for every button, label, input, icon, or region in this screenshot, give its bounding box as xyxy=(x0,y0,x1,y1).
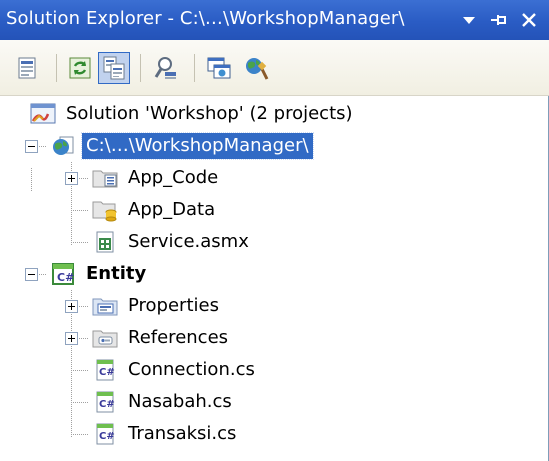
tree-node-app-code[interactable]: App_Code xyxy=(92,162,222,194)
tree-node-label: Properties xyxy=(128,295,219,316)
solution-explorer-panel: Solution Explorer - C:\…\WorkshopManager… xyxy=(0,0,549,461)
tree-node-label: References xyxy=(128,327,229,348)
tree-node-label: App_Code xyxy=(128,167,219,188)
svg-text:C#: C# xyxy=(99,399,115,410)
asp-net-configuration-icon[interactable] xyxy=(240,52,272,84)
close-icon[interactable] xyxy=(518,8,540,32)
expand-toggle[interactable] xyxy=(65,172,78,185)
tree-node-label: Connection.cs xyxy=(128,359,255,380)
collapse-toggle[interactable] xyxy=(25,140,38,153)
tree-node-properties[interactable]: Properties xyxy=(92,290,223,322)
toolbar xyxy=(0,40,549,96)
tree-connector xyxy=(71,210,89,211)
tree-node-label: Transaksi.cs xyxy=(128,423,237,444)
tree-connector xyxy=(31,168,32,192)
svg-text:C#: C# xyxy=(99,431,115,442)
properties-folder-icon xyxy=(92,293,118,319)
tree-node-references[interactable]: References xyxy=(92,322,232,354)
tree-node-solution[interactable]: Solution 'Workshop' (2 projects) xyxy=(30,98,357,130)
csharp-file-icon: C# xyxy=(92,357,118,383)
tree-connector xyxy=(71,402,89,403)
tree-connector xyxy=(71,434,89,435)
csharp-file-icon: C# xyxy=(92,389,118,415)
references-folder-icon xyxy=(92,325,118,351)
tree-node-entity-project[interactable]: C# Entity xyxy=(50,258,150,290)
toolbar-separator xyxy=(56,54,57,82)
tree-node-service-asmx[interactable]: Service.asmx xyxy=(92,226,253,258)
tree-node-website-project[interactable]: C:\…\WorkshopManager\ xyxy=(50,130,314,162)
refresh-icon[interactable] xyxy=(64,52,96,84)
dropdown-icon[interactable] xyxy=(458,8,480,32)
tree-connector xyxy=(71,242,89,243)
tree-node-label: Entity xyxy=(86,263,147,284)
tree-connector xyxy=(71,370,89,371)
data-folder-icon xyxy=(92,197,118,223)
csharp-project-icon: C# xyxy=(50,261,76,287)
tree-node-app-data[interactable]: App_Data xyxy=(92,194,219,226)
special-folder-icon xyxy=(92,165,118,191)
tree-node-label: Nasabah.cs xyxy=(128,391,232,412)
expand-toggle[interactable] xyxy=(65,332,78,345)
svg-text:C#: C# xyxy=(99,367,115,378)
properties-icon[interactable] xyxy=(12,52,44,84)
collapse-toggle[interactable] xyxy=(25,268,38,281)
tree-node-label: Solution 'Workshop' (2 projects) xyxy=(66,103,353,124)
toolbar-separator xyxy=(140,54,141,82)
show-all-files-icon[interactable] xyxy=(98,52,130,84)
web-service-icon xyxy=(92,229,118,255)
title-bar[interactable]: Solution Explorer - C:\…\WorkshopManager… xyxy=(0,0,549,40)
view-class-diagram-icon[interactable] xyxy=(150,52,182,84)
tree-node-transaksi-cs[interactable]: C# Transaksi.cs xyxy=(92,418,240,450)
expand-toggle[interactable] xyxy=(65,300,78,313)
tree-node-label: Service.asmx xyxy=(128,231,249,252)
toolbar-separator xyxy=(194,54,195,82)
panel-title: Solution Explorer - C:\…\WorkshopManager… xyxy=(6,8,405,29)
csharp-file-icon: C# xyxy=(92,421,118,447)
solution-tree: Solution 'Workshop' (2 projects) C:\…\Wo… xyxy=(0,96,549,461)
copy-website-icon[interactable] xyxy=(203,52,235,84)
tree-node-nasabah-cs[interactable]: C# Nasabah.cs xyxy=(92,386,236,418)
tree-node-connection-cs[interactable]: C# Connection.cs xyxy=(92,354,259,386)
website-icon xyxy=(50,133,76,159)
solution-icon xyxy=(30,101,56,127)
tree-node-label: C:\…\WorkshopManager\ xyxy=(81,132,314,160)
tree-node-label: App_Data xyxy=(128,199,216,220)
svg-text:C#: C# xyxy=(57,271,74,284)
pin-icon[interactable] xyxy=(488,8,510,32)
